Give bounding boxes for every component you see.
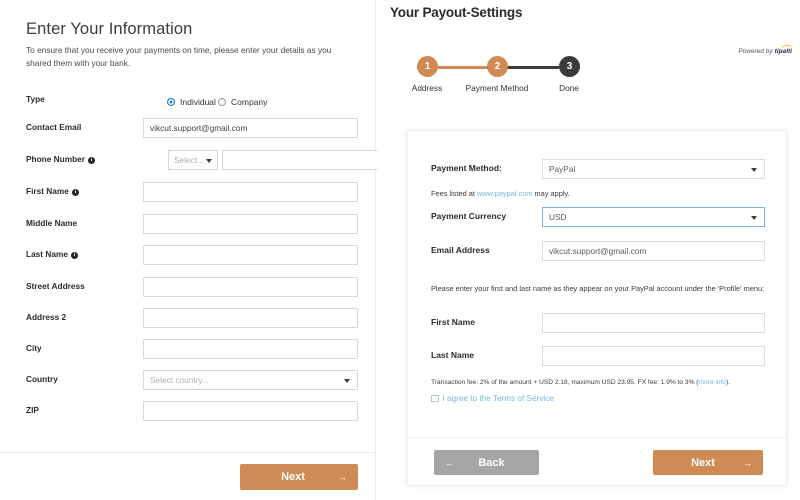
address-2-input[interactable] [143, 308, 358, 328]
field-row-type: Type Individual Company [26, 90, 358, 112]
enter-information-panel: Enter Your Information To ensure that yo… [0, 0, 384, 500]
label-paypal-last-name: Last Name [431, 350, 474, 360]
field-row-country: Country Select country... [26, 370, 358, 392]
step-label-done: Done [559, 83, 579, 93]
field-row-first-name: First Name i [26, 182, 358, 204]
paypal-fees-note: Fees listed at www.paypal.com may apply. [431, 189, 570, 198]
radio-individual-label: Individual [180, 97, 216, 107]
field-row-middle-name: Middle Name [26, 214, 358, 236]
label-last-name: Last Name i [26, 249, 78, 259]
label-type: Type [26, 94, 45, 104]
payment-method-select[interactable]: PayPal [542, 159, 765, 179]
label-middle-name: Middle Name [26, 218, 78, 228]
paypal-link[interactable]: www.paypal.com [477, 189, 532, 198]
page-subtitle: To ensure that you receive your payments… [26, 45, 332, 68]
step-circle-done[interactable]: 3 [559, 56, 580, 77]
label-first-name: First Name i [26, 186, 79, 196]
radio-company[interactable]: Company [218, 92, 267, 110]
zip-input[interactable] [143, 401, 358, 421]
progress-stepper: 1 Address 2 Payment Method 3 Done [377, 56, 800, 104]
terms-of-service-row[interactable]: I agree to the Terms of Service [431, 394, 554, 403]
label-phone-number: Phone Number i [26, 154, 96, 164]
radio-individual-dot[interactable] [167, 98, 175, 106]
city-input[interactable] [143, 339, 358, 359]
label-address-2: Address 2 [26, 312, 67, 322]
back-label: Back [478, 456, 505, 469]
arrow-right-icon: → [743, 457, 752, 468]
chevron-down-icon [751, 168, 757, 172]
country-select[interactable]: Select country... [143, 370, 358, 390]
step-circle-address[interactable]: 1 [417, 56, 438, 77]
email-address-input[interactable]: vikcut.support@gmail.com [542, 241, 765, 261]
payout-settings-panel: Your Payout-Settings Powered by tipalti 1… [377, 0, 800, 500]
phone-number-input[interactable] [222, 150, 384, 170]
back-button[interactable]: Back ← [434, 450, 539, 475]
field-row-address-2: Address 2 [26, 308, 358, 330]
chevron-down-icon [206, 159, 212, 163]
terms-checkbox[interactable] [431, 394, 439, 402]
left-next-label: Next [281, 471, 305, 483]
next-label: Next [691, 456, 715, 469]
radio-company-label: Company [231, 97, 268, 107]
label-city: City [26, 343, 42, 353]
street-address-input[interactable] [143, 277, 358, 297]
powered-by-text: Powered by [738, 48, 773, 55]
payout-title: Your Payout-Settings [390, 5, 523, 20]
field-row-city: City [26, 339, 358, 361]
payment-currency-select[interactable]: USD [542, 207, 765, 227]
powered-by-tipalti-logo: Powered by tipalti [738, 44, 794, 55]
arrow-left-icon: ← [445, 457, 454, 468]
phone-country-code-select[interactable]: Select... [168, 150, 218, 170]
label-street-address: Street Address [26, 281, 85, 291]
label-payment-currency: Payment Currency [431, 211, 507, 221]
step-circle-payment-method[interactable]: 2 [487, 56, 508, 77]
payment-method-card: Payment Method: PayPal Fees listed at ww… [407, 130, 787, 485]
info-icon[interactable]: i [70, 252, 78, 259]
step-label-address: Address [411, 83, 443, 93]
paypal-first-name-input[interactable] [542, 313, 765, 333]
label-email-address: Email Address [431, 245, 490, 255]
step-label-payment-method: Payment Method [465, 83, 529, 93]
page-title: Enter Your Information [26, 20, 193, 38]
footer-divider [0, 452, 376, 453]
more-info-link[interactable]: more info [698, 379, 726, 386]
first-name-input[interactable] [143, 182, 358, 202]
info-icon[interactable]: i [71, 189, 79, 196]
contact-email-input[interactable]: vikcut.support@gmail.com [143, 118, 358, 138]
field-row-phone-number: Phone Number i Select... [26, 150, 384, 172]
field-row-zip: ZIP [26, 401, 358, 423]
radio-company-dot[interactable] [218, 98, 226, 106]
left-next-button[interactable]: Next → [240, 464, 358, 490]
payout-settings-screen: Enter Your Information To ensure that yo… [0, 0, 800, 500]
chevron-down-icon [751, 216, 757, 220]
label-paypal-first-name: First Name [431, 317, 475, 327]
field-row-last-name: Last Name i [26, 245, 358, 267]
arrow-right-icon: → [338, 472, 347, 482]
field-row-street-address: Street Address [26, 277, 358, 299]
next-button[interactable]: Next → [653, 450, 763, 475]
tipalti-brand-text: tipalti [775, 44, 794, 55]
label-payment-method: Payment Method: [431, 163, 502, 173]
radio-individual[interactable]: Individual [167, 92, 216, 110]
swoosh-icon [779, 44, 794, 50]
payment-card-footer: Back ← Next → [408, 437, 786, 485]
info-icon[interactable]: i [88, 157, 96, 164]
label-contact-email: Contact Email [26, 122, 82, 132]
middle-name-input[interactable] [143, 214, 358, 234]
field-row-contact-email: Contact Email vikcut.support@gmail.com [26, 118, 358, 140]
label-zip: ZIP [26, 405, 39, 415]
chevron-down-icon [344, 379, 350, 383]
transaction-fee-note: Transaction fee: 2% of the amount + USD … [431, 379, 731, 386]
terms-label[interactable]: I agree to the Terms of Service [443, 394, 554, 403]
paypal-name-note: Please enter your first and last name as… [431, 284, 765, 293]
paypal-last-name-input[interactable] [542, 346, 765, 366]
label-country: Country [26, 374, 58, 384]
last-name-input[interactable] [143, 245, 358, 265]
